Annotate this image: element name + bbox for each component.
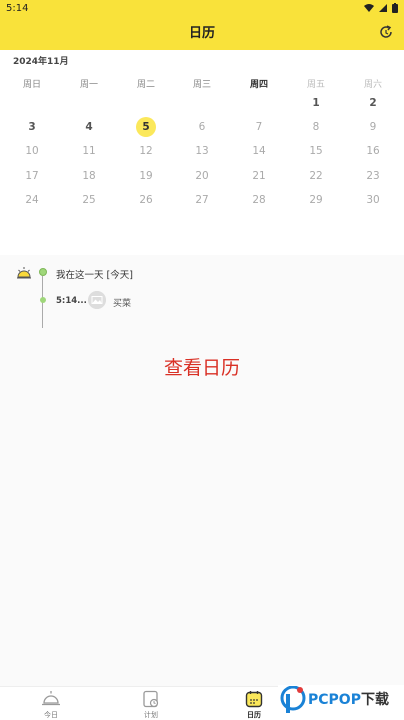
calendar-day[interactable]: 21: [247, 166, 271, 186]
calendar-day[interactable]: 10: [20, 141, 44, 161]
calendar-day[interactable]: 5: [134, 117, 158, 137]
calendar-day[interactable]: 22: [304, 166, 328, 186]
page-title: 日历: [188, 26, 215, 41]
calendar-day[interactable]: 30: [361, 190, 385, 210]
weekday-wed: 周三: [192, 80, 211, 90]
calendar-day[interactable]: 13: [190, 141, 214, 161]
watermark-suffix: 下载: [360, 692, 389, 708]
overlay-caption: 查看日历: [163, 357, 240, 379]
weekday-tue: 周二: [136, 80, 155, 90]
weekday-fri: 周五: [306, 80, 325, 90]
wifi-icon: [364, 4, 374, 12]
calendar-day[interactable]: 29: [304, 190, 328, 210]
weekday-thu: 周四: [249, 80, 268, 90]
refresh-icon[interactable]: [378, 24, 394, 40]
calendar-day[interactable]: 8: [304, 117, 328, 137]
tab-calendar[interactable]: 日历: [229, 689, 279, 720]
entry-text[interactable]: 买菜: [113, 296, 131, 309]
timeline-day-dot: [39, 268, 47, 276]
calendar-icon: [245, 691, 263, 708]
sun-icon: [17, 267, 31, 279]
image-icon[interactable]: [88, 291, 106, 309]
status-bar: 5:14: [0, 0, 404, 16]
weekday-sat: 周六: [363, 80, 382, 90]
calendar-day[interactable]: 17: [20, 166, 44, 186]
day-title: 我在这一天 [今天]: [56, 270, 133, 281]
weekday-row: 周日 周一 周二 周三 周四 周五 周六: [0, 77, 404, 90]
battery-icon: [392, 3, 398, 13]
calendar-day[interactable]: 25: [77, 190, 101, 210]
calendar-day[interactable]: 4: [77, 117, 101, 137]
app-header: 5:14 日历: [0, 0, 404, 50]
calendar-day[interactable]: 15: [304, 141, 328, 161]
pcpop-logo-icon: [280, 686, 306, 713]
calendar-day[interactable]: 3: [20, 117, 44, 137]
calendar-day[interactable]: 11: [77, 141, 101, 161]
calendar-day[interactable]: 23: [361, 166, 385, 186]
entry-time: 5:14...: [56, 296, 87, 306]
calendar-day[interactable]: 27: [190, 190, 214, 210]
calendar-day[interactable]: 6: [190, 117, 214, 137]
tab-today[interactable]: 今日: [26, 689, 76, 720]
watermark-text: PCPOP下载: [308, 689, 389, 709]
tab-label-plan: 计划: [144, 711, 158, 719]
timeline-entry-dot: [40, 297, 46, 303]
tab-plan[interactable]: 计划: [126, 689, 176, 720]
timeline-panel: 我在这一天 [今天] 5:14... 买菜 查看日历: [0, 258, 404, 686]
calendar-day[interactable]: 2: [361, 93, 385, 113]
status-time: 5:14: [6, 2, 29, 14]
plan-icon: [143, 690, 159, 708]
calendar-day[interactable]: 20: [190, 166, 214, 186]
weekday-mon: 周一: [79, 80, 98, 90]
calendar-day[interactable]: 16: [361, 141, 385, 161]
status-icons: [364, 3, 398, 13]
calendar-day[interactable]: 18: [77, 166, 101, 186]
calendar-day[interactable]: 7: [247, 117, 271, 137]
calendar-panel: 2024年11月 周日 周一 周二 周三 周四 周五 周六 1234567891…: [0, 50, 404, 301]
calendar-day[interactable]: 12: [134, 141, 158, 161]
calendar-day[interactable]: 28: [247, 190, 271, 210]
calendar-day[interactable]: 24: [20, 190, 44, 210]
weekday-sun: 周日: [22, 80, 41, 90]
signal-icon: [379, 4, 387, 12]
watermark: PCPOP下载: [278, 685, 404, 720]
tab-label-calendar: 日历: [247, 711, 261, 719]
calendar-day[interactable]: 26: [134, 190, 158, 210]
sun-icon: [42, 691, 60, 706]
watermark-brand: PCPOP: [308, 692, 361, 708]
calendar-day[interactable]: 1: [304, 93, 328, 113]
tab-label-today: 今日: [44, 711, 58, 719]
month-label[interactable]: 2024年11月: [13, 54, 69, 67]
calendar-day[interactable]: 9: [361, 117, 385, 137]
calendar-day[interactable]: 19: [134, 166, 158, 186]
calendar-day[interactable]: 14: [247, 141, 271, 161]
